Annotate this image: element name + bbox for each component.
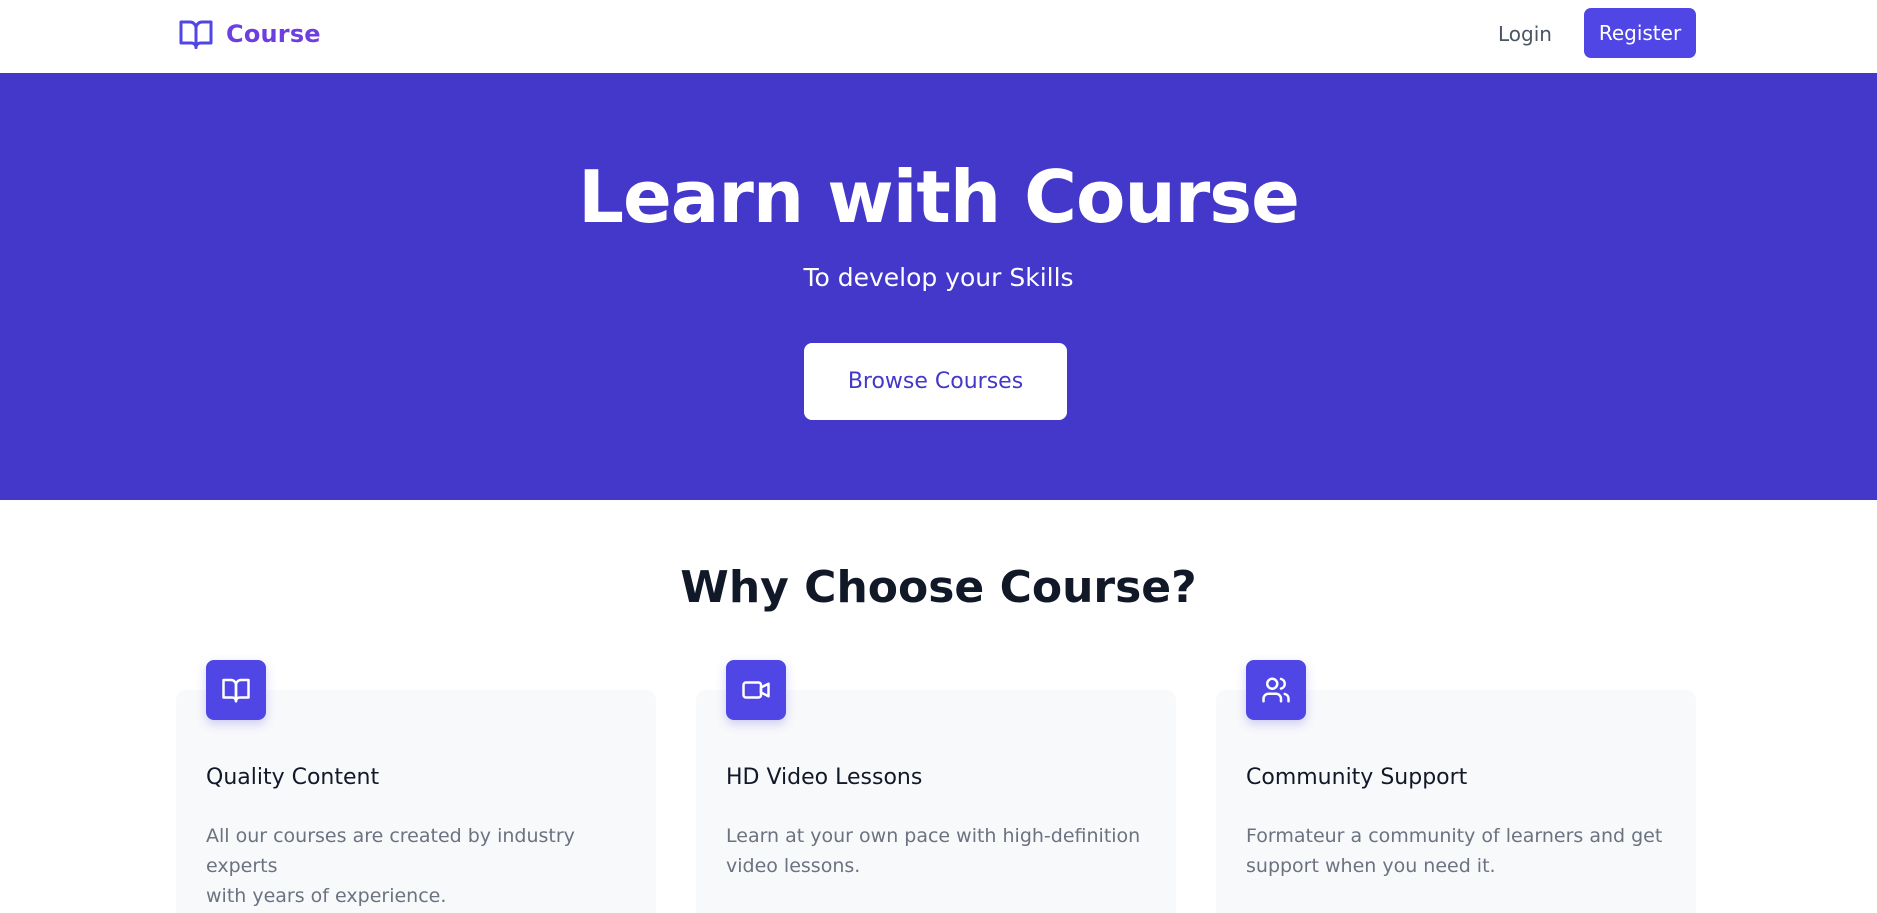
hero-subtitle: To develop your Skills (803, 263, 1074, 292)
browse-courses-button[interactable]: Browse Courses (804, 343, 1067, 420)
book-icon (206, 660, 266, 720)
register-button[interactable]: Register (1584, 8, 1696, 58)
feature-description-line: Learn at your own pace with high-definit… (726, 825, 1141, 847)
brand-logo[interactable]: Course (176, 14, 321, 54)
feature-title: Community Support (1246, 765, 1468, 790)
feature-title: HD Video Lessons (726, 765, 923, 790)
features-title: Why Choose Course? (680, 562, 1197, 613)
feature-description-line: support when you need it. (1246, 855, 1496, 877)
video-camera-icon (726, 660, 786, 720)
users-icon (1246, 660, 1306, 720)
feature-description-line: video lessons. (726, 855, 861, 877)
login-link[interactable]: Login (1498, 20, 1552, 48)
feature-description: Formateur a community of learners and ge… (1246, 821, 1666, 881)
brand-name: Course (226, 20, 321, 48)
open-book-icon (176, 14, 216, 54)
feature-description-line: All our courses are created by industry … (206, 825, 575, 877)
feature-description-line: with years of experience. (206, 885, 447, 907)
feature-description: Learn at your own pace with high-definit… (726, 821, 1146, 881)
hero-section: Learn with Course To develop your Skills… (0, 73, 1877, 500)
navbar: Course Login Register (0, 0, 1877, 73)
feature-description: All our courses are created by industry … (206, 821, 626, 911)
feature-title: Quality Content (206, 765, 380, 790)
hero-title: Learn with Course (578, 155, 1300, 239)
feature-description-line: Formateur a community of learners and ge… (1246, 825, 1663, 847)
